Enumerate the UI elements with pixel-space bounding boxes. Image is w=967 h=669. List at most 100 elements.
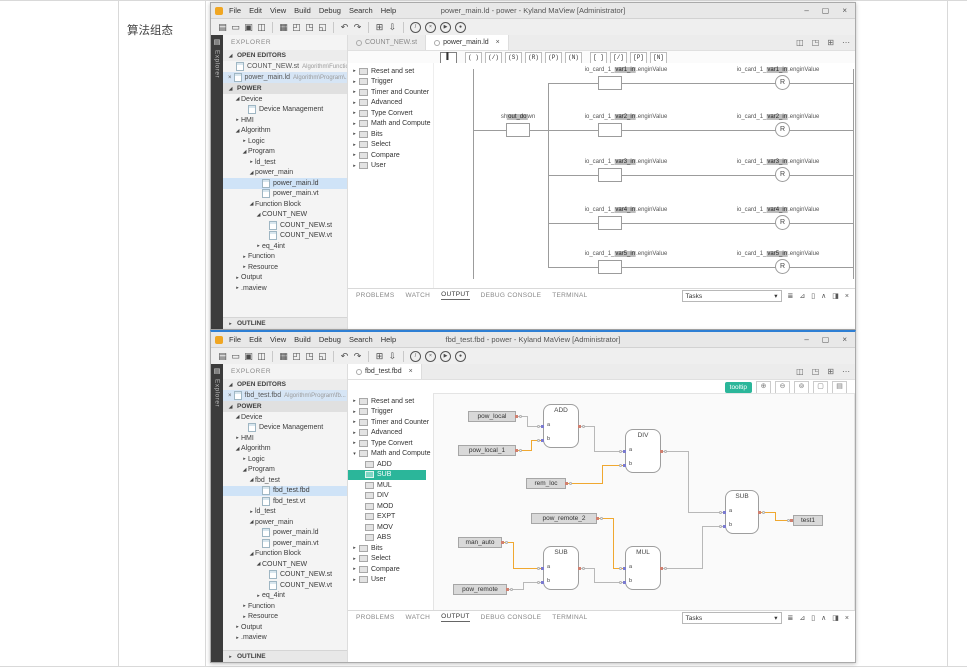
clear-output-icon[interactable]: ▯ <box>811 292 815 300</box>
download-icon[interactable]: ⇩ <box>386 351 399 362</box>
palette-category-select[interactable]: ▸Select <box>348 140 433 151</box>
palette-category-user[interactable]: ▸User <box>348 161 433 172</box>
tasks-dropdown[interactable]: Tasks▾ <box>682 290 782 302</box>
panel-layout-icon[interactable]: ◨ <box>832 614 839 622</box>
fbd-variable-pow_remote_2[interactable]: pow_remote_2 <box>531 513 597 524</box>
fbd-variable-man_auto[interactable]: man_auto <box>458 537 502 548</box>
close-panel-icon[interactable]: × <box>845 615 849 622</box>
close-button[interactable]: × <box>842 335 847 344</box>
fbd-variable-rem_loc[interactable]: rem_loc <box>526 478 566 489</box>
menu-file[interactable]: File <box>229 6 241 15</box>
tree-item-fbd-test-vt[interactable]: fbd_test.vt <box>223 496 347 507</box>
ld-contact-shutdown[interactable] <box>506 123 530 137</box>
ld-coil-reset[interactable]: R <box>775 75 790 90</box>
ld-element-button-5[interactable]: (P) <box>545 52 562 64</box>
palette-category-select[interactable]: ▸Select <box>348 554 433 565</box>
palette-category-advanced[interactable]: ▸Advanced <box>348 98 433 109</box>
ld-element-button-1[interactable]: ( ) <box>465 52 482 64</box>
panel-tab-debug-console[interactable]: DEBUG CONSOLE <box>481 614 542 621</box>
panel-tab-problems[interactable]: PROBLEMS <box>356 292 395 299</box>
palette-item-mov[interactable]: MOV <box>348 522 433 533</box>
tree-item-count-new[interactable]: ◢COUNT_NEW <box>223 559 347 570</box>
tree-item-count-new-st[interactable]: COUNT_NEW.st <box>223 220 347 231</box>
open-editors-section[interactable]: ◢ OPEN EDITORS <box>223 50 347 61</box>
ld-element-button-6[interactable]: (N) <box>565 52 582 64</box>
panel-tab-problems[interactable]: PROBLEMS <box>356 614 395 621</box>
tab-fbd-test-fbd[interactable]: fbd_test.fbd× <box>348 364 422 379</box>
grid-icon[interactable]: ⊞ <box>373 22 386 33</box>
palette-category-user[interactable]: ▸User <box>348 575 433 586</box>
ld-element-button-3[interactable]: (S) <box>505 52 522 64</box>
menu-debug[interactable]: Debug <box>319 335 341 344</box>
outline-section[interactable]: ▸ OUTLINE <box>223 317 347 329</box>
tab-close-icon[interactable]: × <box>496 39 500 46</box>
save-all-icon[interactable]: ◫ <box>255 351 268 362</box>
open-editor-item[interactable]: COUNT_NEW.stAlgorithm\Functio... <box>223 61 347 72</box>
palette-category-bits[interactable]: ▸Bits <box>348 129 433 140</box>
explorer-icon[interactable]: ▤ <box>214 38 221 46</box>
palette-category-math-and-compute[interactable]: ▸Math and Compute <box>348 119 433 130</box>
tree-item-algorithm[interactable]: ◢Algorithm <box>223 444 347 455</box>
panel-tab-terminal[interactable]: TERMINAL <box>552 292 587 299</box>
fbd-variable-pow_remote[interactable]: pow_remote <box>453 584 507 595</box>
ld-element-button-0[interactable]: ▌ <box>440 52 457 64</box>
symbols-icon[interactable]: ▦ <box>277 351 290 362</box>
paste-icon[interactable]: ◳ <box>303 351 316 362</box>
ld-coil-reset[interactable]: R <box>775 167 790 182</box>
tree-item-device[interactable]: ◢Device <box>223 412 347 423</box>
zoom-actual-icon[interactable]: ⊚ <box>794 381 809 394</box>
chart-icon[interactable]: ⊿ <box>799 614 805 622</box>
palette-item-mul[interactable]: MUL <box>348 480 433 491</box>
tree-item-algorithm[interactable]: ◢Algorithm <box>223 126 347 137</box>
menu-view[interactable]: View <box>270 335 286 344</box>
tree-item-program[interactable]: ◢Program <box>223 465 347 476</box>
redo-icon[interactable]: ↷ <box>351 22 364 33</box>
tree-item-count-new-vt[interactable]: COUNT_NEW.vt <box>223 231 347 242</box>
save-icon[interactable]: ▣ <box>242 351 255 362</box>
copy-icon[interactable]: ◰ <box>290 22 303 33</box>
tree-item-resource[interactable]: ▸Resource <box>223 612 347 623</box>
print-icon[interactable]: ▤ <box>832 381 847 394</box>
palette-category-math-and-compute[interactable]: ▾Math and Compute <box>348 449 433 460</box>
record-icon[interactable]: ● <box>455 22 466 33</box>
open-preview-icon[interactable]: ◳ <box>812 38 820 47</box>
tooltip-button[interactable]: tooltip <box>725 382 752 393</box>
zoom-in-icon[interactable]: ⊕ <box>756 381 771 394</box>
ld-element-button-2[interactable]: (/) <box>485 52 502 64</box>
palette-category-type-convert[interactable]: ▸Type Convert <box>348 108 433 119</box>
palette-item-div[interactable]: DIV <box>348 491 433 502</box>
fbd-variable-pow_local_1[interactable]: pow_local_1 <box>458 445 516 456</box>
symbols-icon[interactable]: ▦ <box>277 22 290 33</box>
tree-item-output[interactable]: ▸Output <box>223 273 347 284</box>
palette-item-expt[interactable]: EXPT <box>348 512 433 523</box>
menu-build[interactable]: Build <box>294 6 311 15</box>
ld-element-button-4[interactable]: (R) <box>525 52 542 64</box>
tab-count-new-st[interactable]: COUNT_NEW.st <box>348 35 426 50</box>
palette-category-compare[interactable]: ▸Compare <box>348 564 433 575</box>
open-preview-icon[interactable]: ◳ <box>812 367 820 376</box>
tree-item-function[interactable]: ▸Function <box>223 252 347 263</box>
tree-item-output[interactable]: ▸Output <box>223 622 347 633</box>
menu-help[interactable]: Help <box>381 335 396 344</box>
zoom-out-icon[interactable]: ⊖ <box>775 381 790 394</box>
project-section[interactable]: ◢ POWER <box>223 83 347 94</box>
save-icon[interactable]: ▣ <box>242 22 255 33</box>
ld-element-button-10[interactable]: [N] <box>650 52 667 64</box>
tasks-dropdown[interactable]: Tasks▾ <box>682 612 782 624</box>
output-filter-icon[interactable]: ≣ <box>788 292 794 300</box>
palette-category-timer-and-counter[interactable]: ▸Timer and Counter <box>348 87 433 98</box>
tree-item--maview[interactable]: ▸.maview <box>223 633 347 644</box>
new-project-icon[interactable]: ▤ <box>216 351 229 362</box>
tree-item-program[interactable]: ◢Program <box>223 147 347 158</box>
tree-item-fbd-test[interactable]: ◢fbd_test <box>223 475 347 486</box>
duplicate-icon[interactable]: ◱ <box>316 351 329 362</box>
menu-edit[interactable]: Edit <box>249 6 262 15</box>
tree-item-power-main-ld[interactable]: power_main.ld <box>223 528 347 539</box>
ladder-canvas[interactable]: Rio_card_1_var1_in.enginValueio_card_1_v… <box>433 63 855 289</box>
collapse-panel-icon[interactable]: ∧ <box>821 614 826 622</box>
chart-icon[interactable]: ⊿ <box>799 292 805 300</box>
ld-contact[interactable] <box>598 260 622 274</box>
tree-item-logic[interactable]: ▸Logic <box>223 454 347 465</box>
minimize-button[interactable]: – <box>804 335 808 344</box>
ld-element-button-8[interactable]: [/] <box>610 52 627 64</box>
